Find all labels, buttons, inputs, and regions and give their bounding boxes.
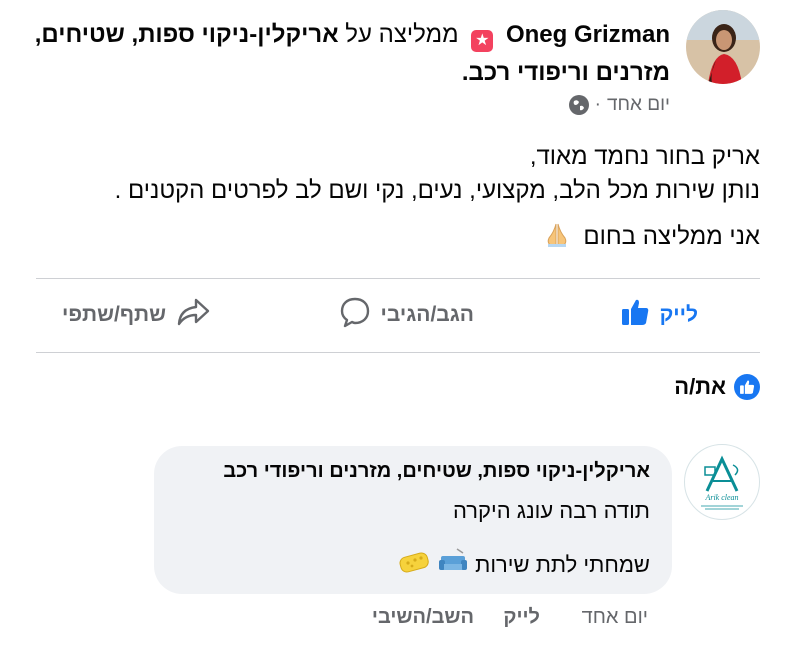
divider-top: [36, 278, 760, 279]
post-body: אריק בחור נחמד מאוד, נותן שירות מכל הלב,…: [20, 140, 760, 258]
meta-separator: ·: [594, 94, 601, 115]
logo-text: Arik clean: [704, 493, 738, 502]
comment-like-button[interactable]: לייק: [503, 606, 540, 629]
praying-hands-icon: [543, 220, 571, 258]
sponge-icon: [397, 548, 431, 582]
recommend-icon: ★: [471, 30, 494, 52]
post-header: Oneg Grizman ★ ממליצה על אריקלין-ניקוי ס…: [30, 16, 670, 92]
comment-time[interactable]: יום אחד: [582, 606, 648, 629]
like-label: לייק: [659, 303, 698, 326]
author-avatar[interactable]: [686, 10, 760, 84]
share-button[interactable]: שתף/שתפי: [62, 292, 210, 338]
comment-line-2: שמחתי לתת שירות: [397, 548, 650, 582]
globe-icon: [568, 95, 589, 115]
post-meta: יום אחד ·: [568, 94, 670, 116]
recommend-action-text: ממליצה על: [345, 21, 459, 48]
sofa-icon: [437, 548, 469, 582]
share-arrow-icon: [176, 297, 210, 333]
page-logo-avatar[interactable]: Arik clean: [684, 444, 760, 520]
you-reaction[interactable]: את/ה: [674, 374, 760, 400]
share-label: שתף/שתפי: [62, 303, 166, 326]
like-reaction-icon: [734, 374, 760, 400]
divider-bottom: [36, 352, 760, 353]
comment-line-1: תודה רבה עונג היקרה: [453, 498, 650, 523]
post-line-1: אריק בחור נחמד מאוד,: [529, 143, 760, 170]
you-label: את/ה: [674, 374, 726, 399]
post-time[interactable]: יום אחד: [607, 94, 670, 116]
post-line-2: נותן שירות מכל הלב, מקצועי, נעים, נקי וש…: [114, 177, 760, 204]
comment-author[interactable]: אריקלין-ניקוי ספות, שטיחים, מזרנים וריפו…: [223, 460, 650, 483]
comment-bubble-icon: [339, 296, 371, 334]
like-button[interactable]: לייק: [620, 292, 698, 338]
comment-reply-button[interactable]: השב/השיבי: [372, 606, 474, 629]
post-line-3: אני ממליצה בחום: [20, 220, 760, 258]
thumbs-up-icon: [620, 297, 650, 333]
comment-button[interactable]: הגב/הגיבי: [339, 292, 474, 338]
author-name[interactable]: Oneg Grizman: [506, 21, 670, 48]
comment-label: הגב/הגיבי: [380, 303, 474, 326]
